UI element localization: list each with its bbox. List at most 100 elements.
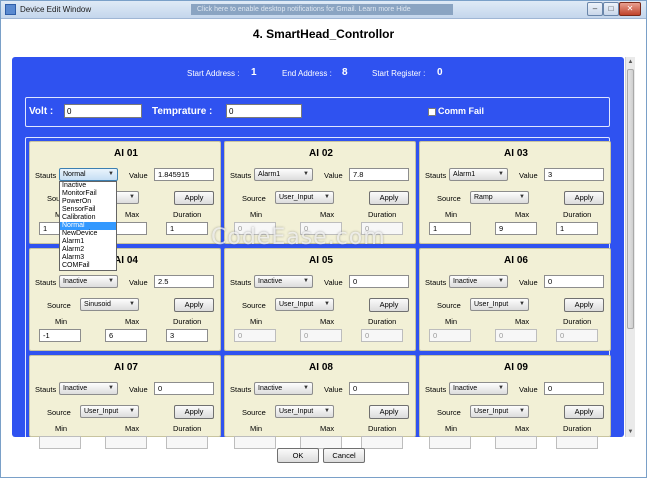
- max-input[interactable]: [105, 436, 147, 449]
- source-select[interactable]: Ramp ▼: [470, 191, 529, 204]
- status-label: Stauts: [230, 385, 252, 394]
- min-input[interactable]: 1: [429, 222, 471, 235]
- cancel-button[interactable]: Cancel: [323, 448, 365, 463]
- min-input[interactable]: 0: [429, 329, 471, 342]
- min-input[interactable]: 0: [234, 329, 276, 342]
- minimize-button[interactable]: –: [587, 2, 603, 16]
- ai-card-title: AI 07: [114, 362, 138, 373]
- max-input[interactable]: [495, 436, 537, 449]
- max-input[interactable]: 9: [495, 222, 537, 235]
- status-option[interactable]: PowerOn: [60, 198, 116, 206]
- status-option[interactable]: SensorFail: [60, 206, 116, 214]
- min-input[interactable]: [234, 436, 276, 449]
- duration-input[interactable]: [166, 436, 208, 449]
- scroll-up-icon[interactable]: ▲: [626, 57, 635, 67]
- duration-input[interactable]: 1: [166, 222, 208, 235]
- value-input[interactable]: 1.845915: [154, 168, 214, 181]
- source-select[interactable]: User_Input ▼: [275, 298, 334, 311]
- close-button[interactable]: ✕: [619, 2, 641, 16]
- source-select[interactable]: User_Input ▼: [470, 405, 529, 418]
- source-select-value: User_Input: [474, 408, 509, 415]
- chevron-down-icon: ▼: [108, 171, 114, 177]
- status-option[interactable]: COMFail: [60, 262, 116, 270]
- apply-button[interactable]: Apply: [369, 191, 409, 205]
- volt-input[interactable]: [64, 104, 142, 118]
- status-option[interactable]: Calibration: [60, 214, 116, 222]
- apply-button[interactable]: Apply: [369, 405, 409, 419]
- gmail-notification-banner[interactable]: Click here to enable desktop notificatio…: [191, 4, 453, 15]
- status-select[interactable]: Inactive ▼: [254, 275, 313, 288]
- value-input[interactable]: 2.5: [154, 275, 214, 288]
- source-select[interactable]: User_Input ▼: [275, 405, 334, 418]
- duration-input[interactable]: 3: [166, 329, 208, 342]
- status-option[interactable]: Alarm3: [60, 254, 116, 262]
- value-input[interactable]: 0: [349, 382, 409, 395]
- value-input[interactable]: 0: [544, 382, 604, 395]
- status-select[interactable]: Alarm1 ▼: [449, 168, 508, 181]
- status-select[interactable]: Inactive ▼: [59, 275, 118, 288]
- volt-label: Volt :: [29, 106, 54, 117]
- min-input[interactable]: [39, 436, 81, 449]
- ok-button[interactable]: OK: [277, 448, 319, 463]
- apply-button[interactable]: Apply: [564, 298, 604, 312]
- status-select[interactable]: Inactive ▼: [449, 275, 508, 288]
- value-input[interactable]: 3: [544, 168, 604, 181]
- status-option[interactable]: Inactive: [60, 182, 116, 190]
- status-option[interactable]: Alarm1: [60, 238, 116, 246]
- duration-input[interactable]: 1: [556, 222, 598, 235]
- status-option[interactable]: NewDevice: [60, 230, 116, 238]
- status-select[interactable]: Inactive ▼: [59, 382, 118, 395]
- source-select[interactable]: User_Input ▼: [80, 405, 139, 418]
- apply-button[interactable]: Apply: [369, 298, 409, 312]
- scroll-down-icon[interactable]: ▼: [626, 427, 635, 437]
- source-select[interactable]: User_Input ▼: [470, 298, 529, 311]
- ai-card-5: AI 05 Stauts Inactive ▼ Value 0 Source User_Inp…: [224, 248, 416, 351]
- max-input[interactable]: 0: [300, 329, 342, 342]
- status-select[interactable]: Normal ▼: [59, 168, 118, 181]
- duration-input[interactable]: [361, 436, 403, 449]
- value-input[interactable]: 0: [544, 275, 604, 288]
- address-row: Start Address : 1 End Address : 8 Start …: [12, 66, 624, 82]
- apply-button[interactable]: Apply: [564, 191, 604, 205]
- status-option[interactable]: Normal: [60, 222, 116, 230]
- status-select[interactable]: Inactive ▼: [254, 382, 313, 395]
- status-option[interactable]: Alarm2: [60, 246, 116, 254]
- value-input[interactable]: 7.8: [349, 168, 409, 181]
- apply-button[interactable]: Apply: [174, 405, 214, 419]
- value-input[interactable]: 0: [154, 382, 214, 395]
- apply-button[interactable]: Apply: [564, 405, 604, 419]
- max-input[interactable]: 6: [105, 329, 147, 342]
- source-label: Source: [437, 408, 461, 417]
- value-label: Value: [129, 278, 148, 287]
- ai-card-8: AI 08 Stauts Inactive ▼ Value 0 Source User_Inp…: [224, 355, 416, 449]
- duration-input[interactable]: 0: [556, 329, 598, 342]
- apply-button[interactable]: Apply: [174, 191, 214, 205]
- comm-fail-checkbox[interactable]: [428, 108, 436, 116]
- min-input[interactable]: [429, 436, 471, 449]
- duration-input[interactable]: 0: [361, 329, 403, 342]
- status-label: Stauts: [425, 278, 447, 287]
- chevron-down-icon: ▼: [129, 408, 135, 414]
- ai-card-title: AI 02: [309, 148, 333, 159]
- duration-input[interactable]: [556, 436, 598, 449]
- scrollbar-thumb[interactable]: [627, 69, 634, 329]
- source-select[interactable]: Sinusoid ▼: [80, 298, 139, 311]
- max-input[interactable]: 0: [495, 329, 537, 342]
- status-select-value: Inactive: [63, 385, 88, 392]
- status-select[interactable]: Alarm1 ▼: [254, 168, 313, 181]
- min-input[interactable]: -1: [39, 329, 81, 342]
- temperature-label: Temprature :: [152, 106, 213, 117]
- apply-button[interactable]: Apply: [174, 298, 214, 312]
- temperature-input[interactable]: [226, 104, 302, 118]
- ai-card-title: AI 03: [504, 148, 528, 159]
- vertical-scrollbar[interactable]: ▲ ▼: [625, 57, 635, 437]
- source-select[interactable]: User_Input ▼: [275, 191, 334, 204]
- status-select[interactable]: Inactive ▼: [449, 382, 508, 395]
- value-input[interactable]: 0: [349, 275, 409, 288]
- status-option[interactable]: MonitorFail: [60, 190, 116, 198]
- status-dropdown-list[interactable]: Inactive MonitorFail PowerOn SensorFail Cali…: [59, 181, 117, 271]
- value-label: Value: [519, 385, 538, 394]
- maximize-button[interactable]: □: [603, 2, 619, 16]
- start-address-label: Start Address :: [187, 69, 240, 78]
- status-label: Stauts: [35, 278, 57, 287]
